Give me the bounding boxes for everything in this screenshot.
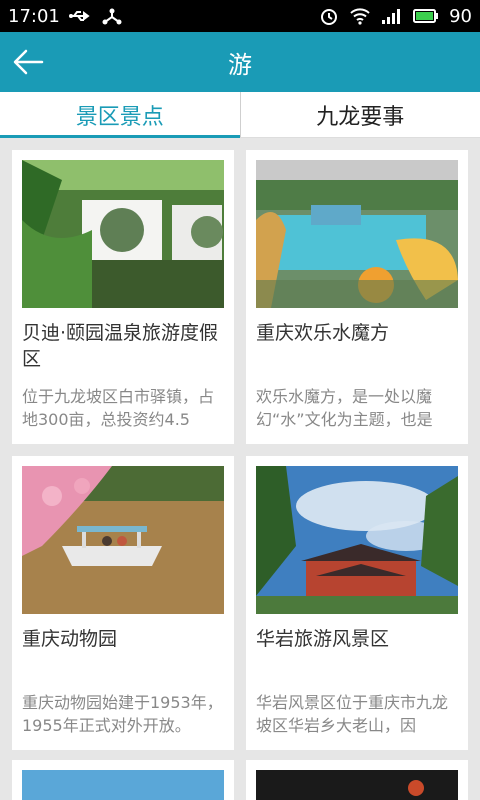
tab-label: 景区景点	[75, 104, 164, 130]
back-arrow-icon	[13, 49, 44, 75]
wifi-icon	[350, 8, 370, 25]
scenic-name: 华岩旅游风景区	[256, 628, 390, 650]
scenic-card[interactable]: 重庆欢乐水魔方 欢乐水魔方，是一处以魔幻“水”文化为主题，也是	[246, 150, 468, 444]
scenic-name: 贝迪·颐园温泉旅游度假区	[22, 322, 219, 370]
tab-label: 九龙要事	[316, 104, 405, 130]
scenic-description: 重庆动物园始建于1953年，1955年正式对外开放。	[22, 693, 223, 735]
scenic-card[interactable]	[246, 760, 468, 800]
page-title: 游	[228, 50, 252, 79]
scenic-name: 重庆欢乐水魔方	[256, 322, 390, 344]
battery-level: 90	[449, 5, 472, 27]
scenic-description: 位于九龙坡区白市驿镇，占地300亩，总投资约4.5	[22, 387, 215, 429]
scenic-card[interactable]	[12, 760, 234, 800]
back-button[interactable]	[10, 44, 46, 80]
signal-icon	[382, 9, 401, 24]
tab-jiulong-news[interactable]: 九龙要事	[239, 92, 480, 137]
status-bar: 17:01 90	[0, 0, 480, 32]
scenic-photo	[256, 160, 458, 308]
scenic-photo	[22, 466, 224, 614]
scenic-photo	[256, 770, 458, 800]
usb-icon	[68, 11, 90, 21]
share-icon	[102, 8, 122, 25]
scenic-name: 重庆动物园	[22, 628, 118, 650]
tab-scenic-spots[interactable]: 景区景点	[0, 92, 240, 138]
scenic-card[interactable]: 重庆动物园 重庆动物园始建于1953年，1955年正式对外开放。	[12, 456, 234, 750]
scenic-description: 欢乐水魔方，是一处以魔幻“水”文化为主题，也是	[256, 387, 433, 429]
scenic-description: 华岩风景区位于重庆市九龙坡区华岩乡大老山，因	[256, 693, 449, 735]
scenic-card[interactable]: 贝迪·颐园温泉旅游度假区 位于九龙坡区白市驿镇，占地300亩，总投资约4.5	[12, 150, 234, 444]
app-bar: 游	[0, 32, 480, 92]
tab-bar: 景区景点 九龙要事	[0, 92, 480, 138]
scenic-photo	[22, 160, 224, 308]
battery-icon	[413, 9, 439, 23]
scenic-photo	[22, 770, 224, 800]
scenic-photo	[256, 466, 458, 614]
scenic-card[interactable]: 华岩旅游风景区 华岩风景区位于重庆市九龙坡区华岩乡大老山，因	[246, 456, 468, 750]
status-time: 17:01	[8, 5, 60, 27]
alarm-icon	[321, 9, 338, 25]
